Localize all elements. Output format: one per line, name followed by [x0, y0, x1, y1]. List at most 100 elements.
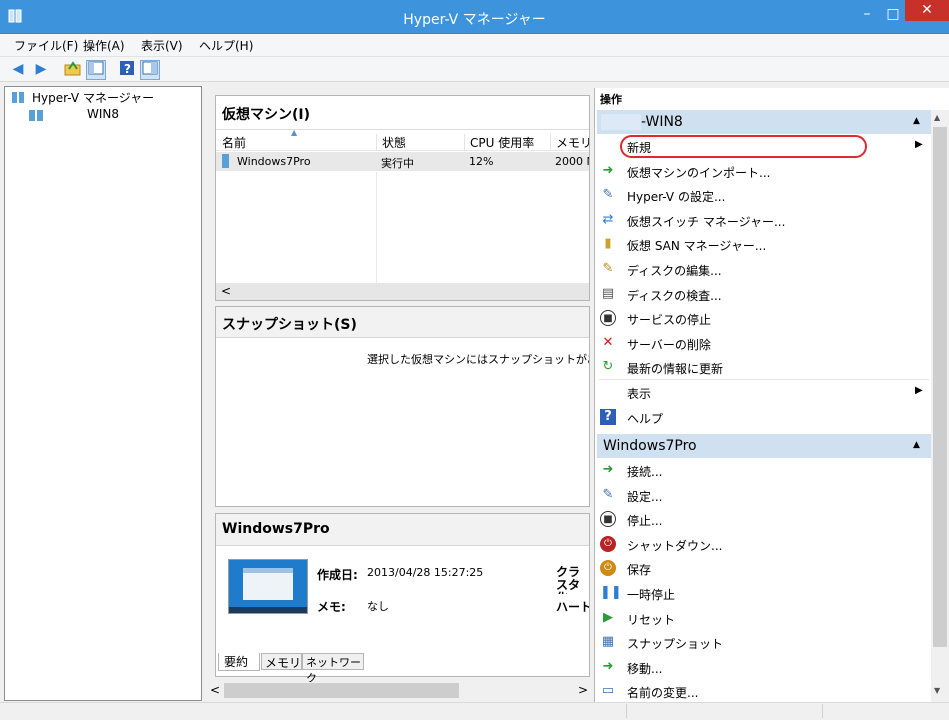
menu-action[interactable]: 操作(A)	[83, 37, 125, 54]
stop-icon: ■	[600, 310, 616, 327]
status-divider	[822, 704, 823, 718]
action-label: スナップショット	[627, 637, 724, 652]
server-name-redacted	[601, 114, 641, 130]
vm-row-state: 実行中	[381, 157, 414, 170]
close-button[interactable]: ✕	[905, 0, 949, 21]
vm-horizontal-scrollbar[interactable]	[216, 283, 589, 300]
action-label: サービスの停止	[627, 313, 712, 328]
tab-network[interactable]: ネットワーク	[302, 653, 364, 685]
action-item[interactable]: 表示 ▶	[597, 380, 931, 404]
action-item[interactable]: ✎ ディスクの編集...	[597, 257, 931, 281]
forward-arrow-icon[interactable]: ▶	[31, 60, 51, 80]
scroll-left-button[interactable]: <	[210, 683, 220, 697]
switch-icon: ⇄	[602, 211, 614, 227]
action-item[interactable]: ▮ 仮想 SAN マネージャー...	[597, 232, 931, 256]
column-state[interactable]: 状態	[376, 134, 406, 151]
virtual-machines-panel	[215, 95, 590, 301]
help-icon: ?	[600, 408, 616, 425]
up-folder-icon[interactable]	[63, 60, 83, 80]
window-title: Hyper-V マネージャー	[403, 12, 546, 28]
menu-file[interactable]: ファイル(F)	[14, 37, 78, 54]
column-memory[interactable]: メモリの	[550, 134, 589, 151]
action-label: 移動...	[627, 661, 663, 676]
tab-memory[interactable]: メモリ	[261, 653, 302, 670]
show-hide-tree-icon[interactable]	[86, 60, 106, 80]
connect-icon: ➜	[602, 462, 614, 477]
delete-icon: ✕	[602, 334, 614, 350]
collapse-icon[interactable]: ▲	[913, 440, 920, 450]
action-item[interactable]: ▭ 名前の変更...	[597, 679, 931, 703]
sort-ascending-icon: ▲	[291, 128, 298, 137]
collapse-icon[interactable]: ▲	[913, 116, 920, 126]
column-divider	[376, 172, 377, 283]
maximize-button[interactable]: □	[878, 0, 908, 30]
cluster-label: クラスタ化:	[556, 566, 581, 594]
memo-label: メモ:	[317, 600, 346, 614]
refresh-icon: ↻	[602, 359, 614, 375]
action-label: 停止...	[627, 514, 663, 529]
action-item[interactable]: ▤ ディスクの検査...	[597, 282, 931, 306]
action-label: 設定...	[627, 489, 663, 504]
action-item[interactable]: ❚❚ 一時停止	[597, 581, 931, 605]
snapshots-empty-text: 選択した仮想マシンにはスナップショットがありませ	[367, 353, 589, 366]
tree-server-label: WIN8	[87, 107, 120, 121]
vm-icon	[221, 154, 231, 171]
stop-icon: ■	[600, 511, 616, 528]
scroll-down-icon[interactable]: ▼	[934, 686, 940, 695]
highlight-ellipse	[620, 135, 867, 158]
tab-summary[interactable]: 要約	[218, 653, 260, 671]
action-label: 保存	[627, 563, 652, 578]
action-item[interactable]: ■ サービスの停止	[597, 306, 931, 330]
action-label: ヘルプ	[627, 411, 664, 426]
vm-section-header[interactable]: Windows7Pro ▲	[597, 434, 931, 458]
action-item[interactable]: ■ 停止...	[597, 507, 931, 531]
scroll-thumb-vertical[interactable]	[933, 127, 947, 647]
shutdown-icon: ⏻	[600, 535, 616, 552]
action-label: ディスクの検査...	[627, 288, 722, 303]
menu-view[interactable]: 表示(V)	[141, 37, 183, 54]
settings-icon: ✎	[602, 486, 614, 502]
tree-root[interactable]: Hyper-V マネージャー	[12, 89, 192, 105]
action-item[interactable]: ? ヘルプ	[597, 405, 931, 429]
scroll-thumb[interactable]	[224, 683, 459, 698]
tree-server[interactable]: WIN8	[29, 107, 125, 123]
scroll-right-button[interactable]: >	[578, 683, 588, 697]
server-section-header[interactable]: -WIN8 ▲	[597, 110, 931, 134]
action-item[interactable]: ▶ リセット	[597, 606, 931, 630]
menu-help[interactable]: ヘルプ(H)	[199, 37, 253, 54]
show-hide-action-pane-icon[interactable]	[140, 60, 160, 80]
status-divider	[626, 704, 627, 718]
snapshot-icon: ▦	[601, 634, 615, 650]
status-bar	[0, 702, 949, 720]
reset-icon: ▶	[603, 609, 613, 625]
action-item[interactable]: ➜ 仮想マシンのインポート...	[597, 159, 931, 183]
server-section-label: -WIN8	[641, 114, 683, 130]
action-label: ディスクの編集...	[627, 264, 722, 278]
blank-icon	[600, 384, 616, 400]
snapshots-header: スナップショット(S)	[222, 317, 357, 333]
column-cpu[interactable]: CPU 使用率	[464, 134, 534, 151]
action-item[interactable]: ✎ Hyper-V の設定...	[597, 183, 931, 207]
submenu-arrow-icon: ▶	[915, 385, 923, 396]
action-item[interactable]: ✎ 設定...	[597, 483, 931, 507]
column-name[interactable]: 名前	[222, 134, 246, 151]
scroll-up-icon[interactable]: ▲	[934, 113, 940, 122]
back-arrow-icon[interactable]: ◀	[8, 60, 28, 80]
blank-icon	[600, 138, 616, 154]
help-icon[interactable]: ?	[117, 60, 137, 80]
action-item[interactable]: ➜ 接続...	[597, 458, 931, 482]
action-item[interactable]: ⏻ 保存	[597, 556, 931, 580]
rename-icon: ▭	[601, 683, 615, 699]
action-label: 仮想マシンのインポート...	[627, 165, 771, 180]
vm-row-memory: 2000 M	[555, 155, 589, 168]
action-item[interactable]: ▦ スナップショット	[597, 630, 931, 654]
action-item[interactable]: ⏻ シャットダウン...	[597, 532, 931, 556]
action-item[interactable]: ↻ 最新の情報に更新	[597, 355, 931, 379]
server-icon	[29, 109, 47, 125]
action-item[interactable]: ✕ サーバーの削除	[597, 331, 931, 355]
action-item[interactable]: ➜ 移動...	[597, 655, 931, 679]
action-item[interactable]: ⇄ 仮想スイッチ マネージャー...	[597, 208, 931, 232]
scroll-left-icon[interactable]: <	[221, 284, 231, 298]
action-label: サーバーの削除	[627, 337, 711, 352]
vm-section-label: Windows7Pro	[603, 438, 697, 454]
